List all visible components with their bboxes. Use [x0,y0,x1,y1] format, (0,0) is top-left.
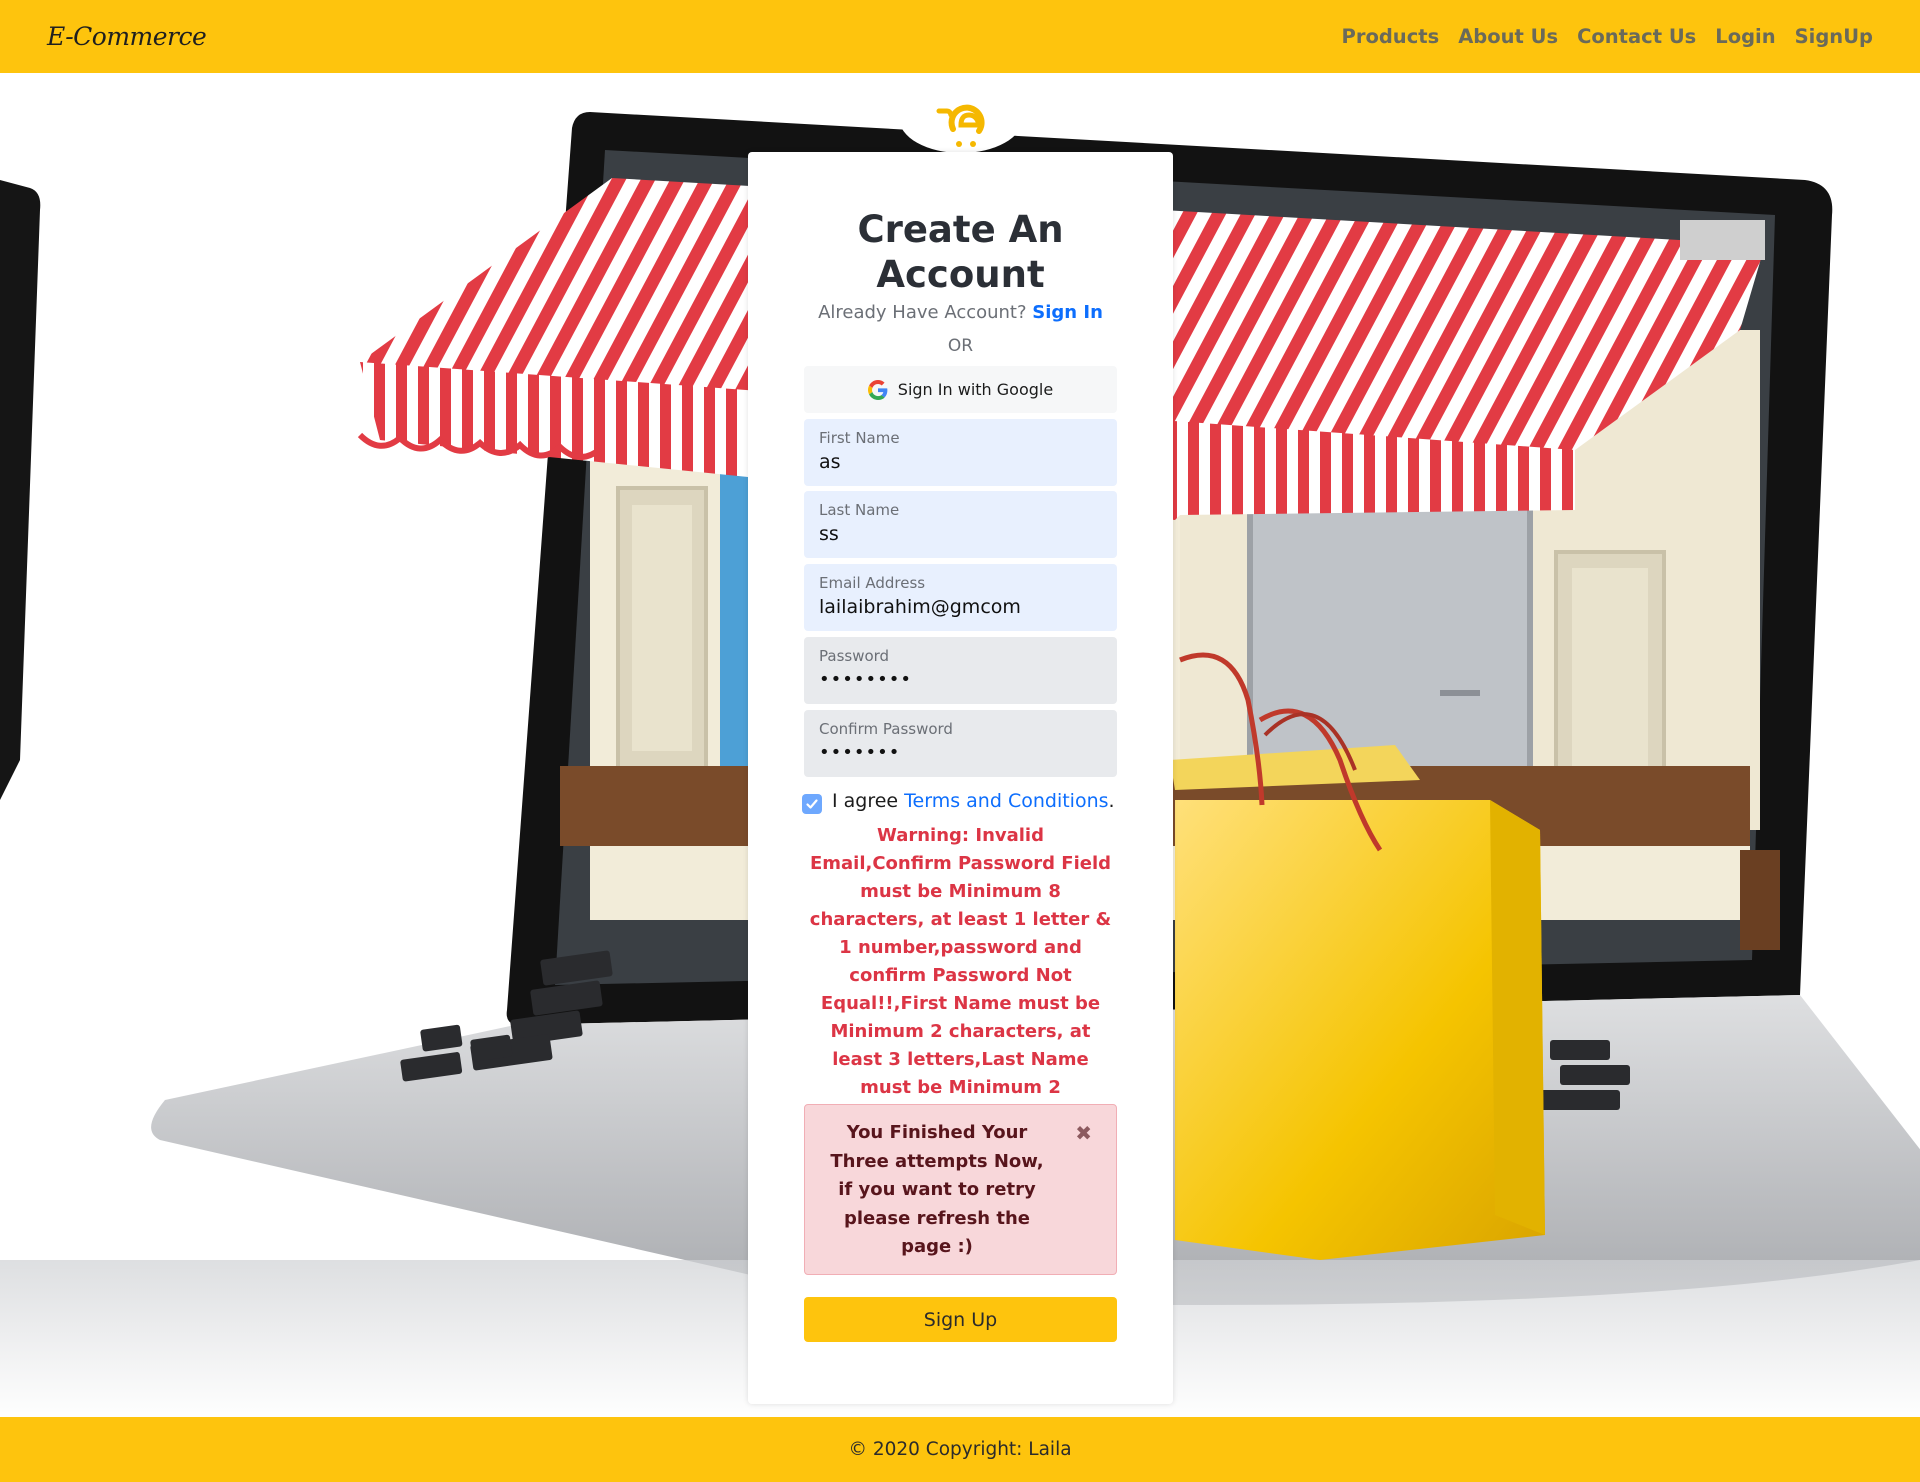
first-name-input[interactable]: as [819,449,1102,475]
password-field[interactable]: Password •••••••• [804,637,1117,704]
first-name-label: First Name [819,429,900,447]
password-label: Password [819,647,890,665]
signup-card: Create An Account Already Have Account? … [748,152,1173,1404]
terms-link[interactable]: Terms and Conditions [904,790,1108,812]
last-name-field[interactable]: Last Name ss [804,491,1117,558]
terms-agree-row: I agree Terms and Conditions. [802,786,1122,816]
confirm-password-label: Confirm Password [819,720,953,738]
or-divider: OR [947,336,974,356]
google-icon [867,379,888,400]
footer: © 2020 Copyright: Laila [0,1417,1920,1482]
sign-up-button[interactable]: Sign Up [804,1297,1117,1342]
confirm-password-field[interactable]: Confirm Password ••••••• [804,710,1117,777]
email-input[interactable]: lailaibrahim@gmcom [819,594,1102,620]
validation-warning: Warning: Invalid Email,Confirm Password … [809,825,1112,1126]
cart-logo-icon [936,104,985,147]
nav-link-about-us[interactable]: About Us [1458,25,1558,48]
footer-copyright: © 2020 Copyright: Laila [848,1439,1072,1460]
brand-logo-text[interactable]: E-Commerce [47,22,207,51]
already-have-account: Already Have Account? Sign In [804,302,1117,323]
google-signin-button[interactable]: Sign In with Google [804,366,1117,413]
already-have-account-text: Already Have Account? [818,302,1027,323]
password-input[interactable]: •••••••• [819,667,1102,693]
nav-link-contact-us[interactable]: Contact Us [1577,25,1696,48]
last-name-label: Last Name [819,501,900,519]
sign-in-link[interactable]: Sign In [1032,302,1103,323]
attempts-alert: You Finished Your Three attempts Now, if… [804,1104,1117,1275]
navbar: E-Commerce Products About Us Contact Us … [0,0,1920,73]
agree-checkbox[interactable] [802,794,822,814]
nav-link-products[interactable]: Products [1342,25,1440,48]
agree-prefix: I agree [832,790,899,812]
attempts-alert-text: You Finished Your Three attempts Now, if… [830,1122,1044,1257]
page-title: Create An Account [857,208,1064,296]
nav-link-login[interactable]: Login [1715,25,1775,48]
confirm-password-input[interactable]: ••••••• [819,740,1102,766]
agree-text: I agree Terms and Conditions. [832,790,1115,812]
logo-tab [899,83,1023,153]
agree-suffix: . [1108,790,1115,812]
email-field[interactable]: Email Address lailaibrahim@gmcom [804,564,1117,631]
first-name-field[interactable]: First Name as [804,419,1117,486]
last-name-input[interactable]: ss [819,521,1102,547]
checkmark-icon [806,799,818,809]
google-signin-label: Sign In with Google [897,380,1054,399]
nav-links: Products About Us Contact Us Login SignU… [1342,25,1873,48]
close-icon[interactable]: ✖ [1075,1121,1092,1145]
nav-link-signup[interactable]: SignUp [1795,25,1873,48]
email-label: Email Address [819,574,926,592]
